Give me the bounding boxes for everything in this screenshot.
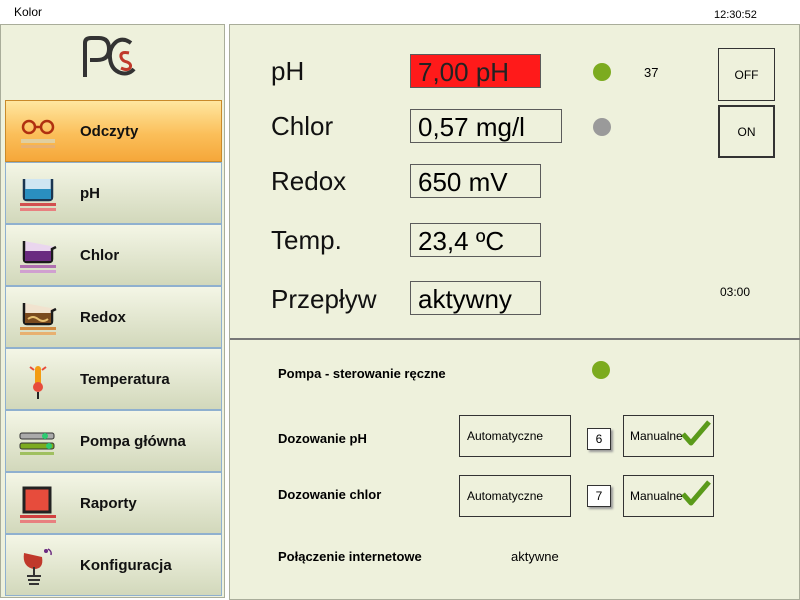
nav-chlor[interactable]: Chlor [5,224,222,286]
off-button[interactable]: OFF [718,48,775,101]
timer-value: 03:00 [720,285,751,299]
nav-label: Odczyty [80,123,139,140]
nav-label: pH [80,185,100,202]
sidebar: Odczyty pH Chlor Redox Temperatura Pompa… [0,24,225,598]
chlor-label: Chlor [271,111,334,141]
nav-label: Redox [80,309,126,326]
dosing-ph-auto-button[interactable]: Automatyczne [459,415,571,457]
flow-label: Przepływ [271,284,377,314]
checkmark-icon [681,420,711,446]
nav-label: Pompa główna [80,433,186,450]
redox-label: Redox [271,166,347,196]
redox-value: 650 mV [410,164,541,198]
nav-redox[interactable]: Redox [5,286,222,348]
dosing-chlor-manual-button[interactable]: Manualne [623,475,714,517]
satellite-dish-icon [23,548,52,585]
pcs-logo [83,36,136,77]
pump-status-indicator [592,361,610,379]
nav-temperatura[interactable]: Temperatura [5,348,222,410]
checkmark-icon [681,480,711,506]
window-title: Kolor [14,5,43,19]
chlor-status-indicator [593,118,611,136]
ph-tank-icon [20,179,56,211]
chlor-value: 0,57 mg/l [410,109,562,143]
on-button[interactable]: ON [718,105,775,158]
manual-label: Manualne [630,429,683,443]
nav-label: Chlor [80,247,120,264]
ph-value: 7,00 pH [410,54,541,88]
nav-label: Konfiguracja [80,557,172,574]
clock: 12:30:52 [714,9,757,21]
dosing-ph-manual-button[interactable]: Manualne [623,415,714,457]
main-panel: pH 7,00 pH 37 Chlor 0,57 mg/l OFF ON Red… [229,24,800,600]
nav-label: Temperatura [80,371,170,388]
nav-odczyty[interactable]: Odczyty [5,100,222,162]
redox-tank-icon [20,303,57,335]
nav-label: Raporty [80,495,137,512]
report-icon [20,486,56,523]
dosing-ph-label: Dozowanie pH [278,431,367,446]
nav-konfiguracja[interactable]: Konfiguracja [5,534,222,596]
internet-status: aktywne [511,549,559,564]
ph-label: pH [271,56,305,86]
ph-status-indicator [593,63,611,81]
chlorine-tank-icon [20,241,57,273]
temp-value: 23,4 ºC [410,223,541,257]
pump-icon [19,432,55,455]
pump-control-label: Pompa - sterowanie ręczne [278,366,446,381]
temp-label: Temp. [271,225,342,255]
dosing-chlor-label: Dozowanie chlor [278,487,382,502]
glasses-icon [21,119,55,148]
nav-raporty[interactable]: Raporty [5,472,222,534]
dosing-ph-number: 6 [587,428,611,450]
dosing-chlor-auto-button[interactable]: Automatyczne [459,475,571,517]
nav-ph[interactable]: pH [5,162,222,224]
dosing-chlor-number: 7 [587,485,611,507]
title-bar: Kolor 12:30:52 [0,0,800,24]
flow-value: aktywny [410,281,541,315]
internet-label: Połączenie internetowe [278,549,422,564]
thermometer-icon [29,366,47,399]
nav-pompa-glowna[interactable]: Pompa główna [5,410,222,472]
section-divider [230,338,800,340]
counter-value: 37 [644,65,659,80]
manual-label: Manualne [630,489,683,503]
